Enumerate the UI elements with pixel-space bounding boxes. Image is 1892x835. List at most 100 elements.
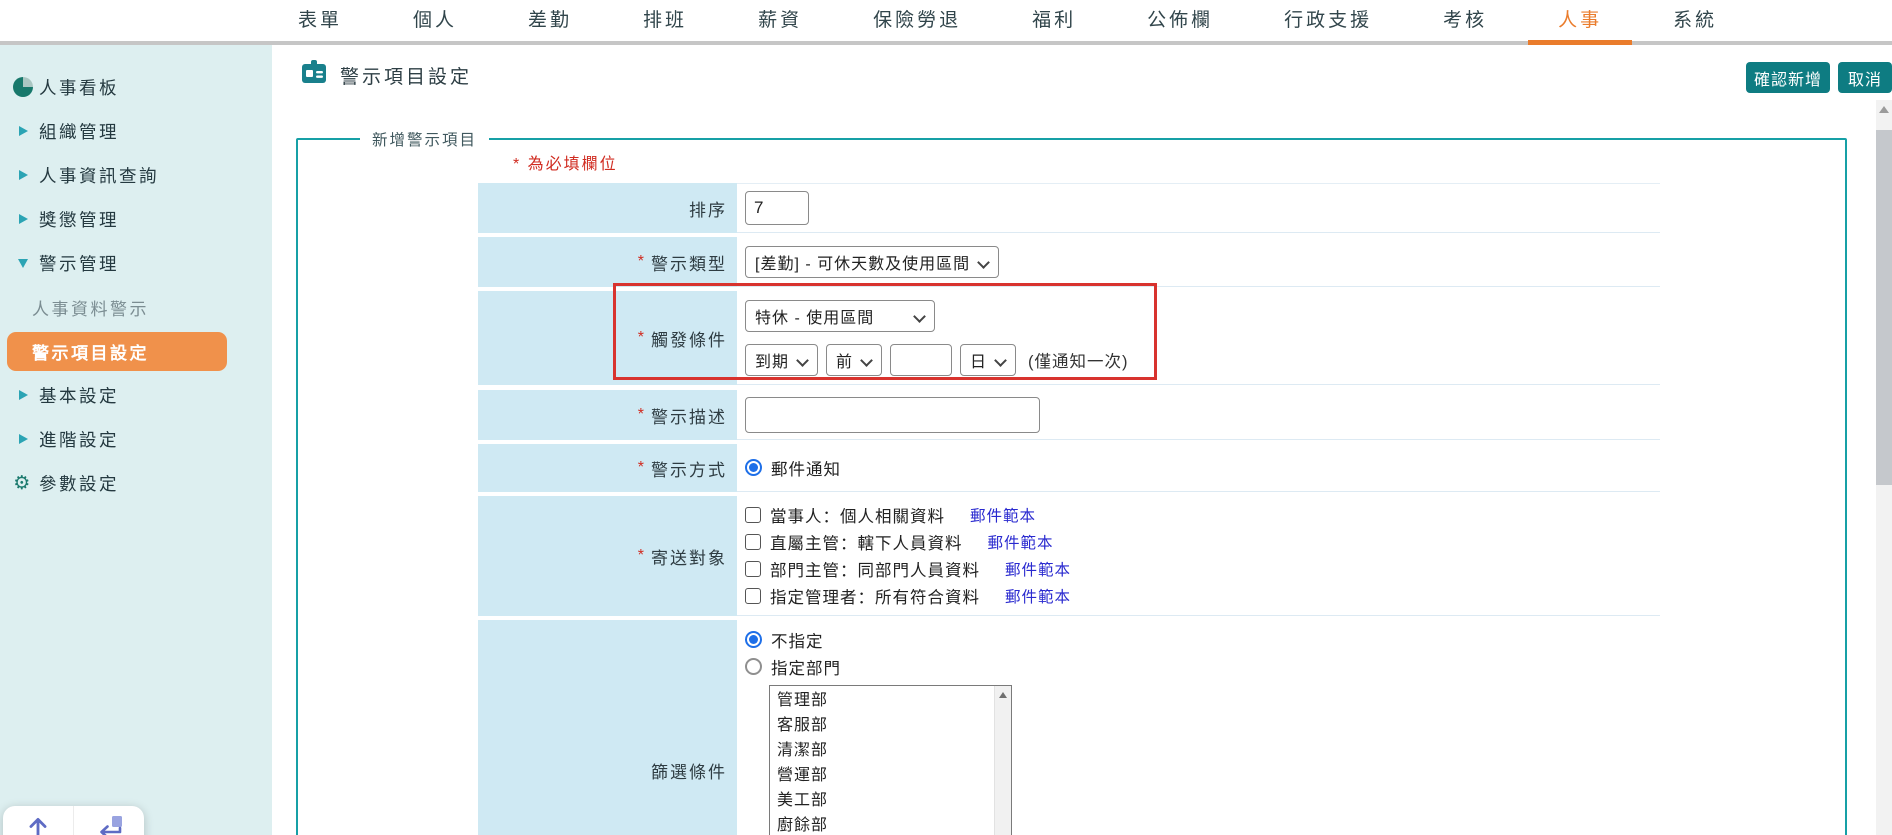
recipient-assigned-manager-checkbox[interactable]: [745, 588, 761, 604]
sidebar-item-label: 進階設定: [39, 429, 119, 450]
mail-notify-radio[interactable]: [745, 459, 762, 476]
recipients-label: * 寄送對象: [478, 496, 737, 616]
due-select[interactable]: 到期: [745, 343, 819, 376]
arrow-up-icon: [25, 814, 51, 835]
form-row-alert-method: * 警示方式 郵件通知: [478, 444, 1660, 492]
exit-icon: [93, 814, 125, 835]
id-badge-icon: [300, 59, 328, 92]
department-option[interactable]: 客服部: [770, 713, 1011, 738]
tab-attendance[interactable]: 差勤: [528, 0, 572, 41]
sidebar-item-label: 人事資訊查詢: [39, 165, 159, 186]
tab-hr[interactable]: 人事: [1528, 0, 1633, 45]
sidebar-item-advanced-settings[interactable]: 進階設定: [0, 417, 272, 461]
scroll-up-icon[interactable]: [995, 686, 1011, 703]
gear-icon: ⚙: [13, 472, 33, 494]
tab-welfare[interactable]: 福利: [1032, 0, 1076, 41]
sidebar-item-hr-dashboard[interactable]: 人事看板: [0, 65, 272, 109]
recipient-dept-supervisor-checkbox[interactable]: [745, 561, 761, 577]
mail-notify-label: 郵件通知: [771, 460, 841, 479]
mail-template-link[interactable]: 郵件範本: [1005, 558, 1071, 580]
scroll-to-top-button[interactable]: [3, 806, 73, 835]
scrollbar-up-icon[interactable]: [1876, 100, 1892, 118]
alert-description-label: * 警示描述: [478, 390, 737, 440]
sidebar-item-rewards[interactable]: 獎懲管理: [0, 197, 272, 241]
required-asterisk: *: [637, 253, 646, 270]
required-asterisk: *: [637, 329, 646, 346]
trigger-condition-label: * 觸發條件: [478, 291, 737, 385]
sidebar-item-label: 獎懲管理: [39, 209, 119, 230]
sidebar-item-parameter-settings[interactable]: ⚙ 參數設定: [0, 461, 272, 505]
sidebar-item-label: 參數設定: [39, 473, 119, 494]
tab-shift[interactable]: 排班: [643, 0, 687, 41]
tab-admin-support[interactable]: 行政支援: [1284, 0, 1372, 41]
sort-label: 排序: [478, 183, 737, 233]
department-listbox[interactable]: 管理部 客服部 清潔部 營運部 美工部 廚餘部: [769, 685, 1012, 835]
due-value: 到期: [755, 353, 790, 371]
chevron-down-icon: [13, 258, 33, 268]
chevron-right-icon: [13, 390, 33, 400]
tab-forms[interactable]: 表單: [298, 0, 342, 41]
form-row-filter-condition: 篩選條件 不指定 指定部門 管理部 客服部 清潔部 營運部 美工部 廚餘部: [478, 620, 1660, 835]
tab-system[interactable]: 系統: [1673, 0, 1717, 41]
form-row-sort: 排序: [478, 183, 1660, 233]
tab-appraisal[interactable]: 考核: [1443, 0, 1487, 41]
sidebar-item-label: 人事看板: [39, 77, 119, 98]
tab-personal[interactable]: 個人: [413, 0, 457, 41]
top-nav: 表單 個人 差勤 排班 薪資 保險勞退 福利 公佈欄 行政支援 考核 人事 系統: [0, 0, 1892, 45]
alert-description-input[interactable]: [745, 396, 1040, 433]
mail-template-link[interactable]: 郵件範本: [970, 504, 1036, 526]
page-scrollbar[interactable]: [1876, 100, 1892, 835]
chevron-right-icon: [13, 170, 33, 180]
scrollbar-thumb[interactable]: [1876, 130, 1892, 485]
sidebar-item-hr-data-alert[interactable]: 人事資料警示: [0, 285, 272, 329]
unit-select[interactable]: 日: [960, 343, 1017, 376]
required-fields-note: * 為必填欄位: [513, 156, 618, 173]
sidebar-item-alert-management[interactable]: 警示管理: [0, 241, 272, 285]
form-rows: 排序 * 警示類型 [差勤] - 可休天數及使用區間: [478, 183, 1660, 835]
pie-chart-icon: [13, 77, 33, 97]
recipient-direct-supervisor-checkbox[interactable]: [745, 534, 761, 550]
before-after-value: 前: [836, 353, 854, 371]
form-row-recipients: * 寄送對象 當事人：個人相關資料 郵件範本 直屬主管：轄下人員資料 郵件範本 …: [478, 496, 1660, 616]
sidebar-item-organization[interactable]: 組織管理: [0, 109, 272, 153]
sort-input[interactable]: [745, 191, 809, 225]
department-option[interactable]: 清潔部: [770, 738, 1011, 763]
tab-insurance[interactable]: 保險勞退: [873, 0, 961, 41]
form-row-trigger-condition: * 觸發條件 特休 - 使用區間 到期 前 日 (僅通知一次): [478, 291, 1660, 385]
required-asterisk: *: [637, 547, 646, 564]
department-option[interactable]: 美工部: [770, 788, 1011, 813]
exit-button[interactable]: [73, 806, 144, 835]
before-after-select[interactable]: 前: [826, 343, 883, 376]
page-header: 警示項目設定: [300, 59, 472, 92]
cancel-button[interactable]: 取消: [1838, 62, 1892, 93]
department-option[interactable]: 營運部: [770, 763, 1011, 788]
department-option[interactable]: 管理部: [770, 688, 1011, 713]
listbox-scrollbar[interactable]: [994, 686, 1011, 835]
sidebar-item-basic-settings[interactable]: 基本設定: [0, 373, 272, 417]
form-row-alert-description: * 警示描述: [478, 390, 1660, 440]
mail-template-link[interactable]: 郵件範本: [1005, 585, 1071, 607]
days-input[interactable]: [890, 343, 953, 376]
sidebar-item-label: 警示管理: [39, 253, 119, 274]
chevron-right-icon: [13, 214, 33, 224]
floating-action-card: [3, 806, 144, 835]
filter-department-radio[interactable]: [745, 658, 762, 675]
department-option[interactable]: 廚餘部: [770, 813, 1011, 835]
mail-template-link[interactable]: 郵件範本: [988, 531, 1054, 553]
sidebar-item-alert-item-setting[interactable]: 警示項目設定: [7, 332, 227, 371]
recipient-party-checkbox[interactable]: [745, 507, 761, 523]
confirm-add-button[interactable]: 確認新增: [1746, 62, 1830, 93]
notify-once-note: (僅通知一次): [1028, 352, 1129, 371]
sidebar-item-hr-info-query[interactable]: 人事資訊查詢: [0, 153, 272, 197]
alert-type-select[interactable]: [差勤] - 可休天數及使用區間: [745, 245, 1000, 278]
recipient-option: 當事人：個人相關資料 郵件範本: [745, 502, 1660, 529]
tab-payroll[interactable]: 薪資: [758, 0, 802, 41]
page-title: 警示項目設定: [340, 67, 473, 88]
leave-type-select[interactable]: 特休 - 使用區間: [745, 299, 935, 332]
required-asterisk: *: [637, 459, 646, 476]
recipient-option: 直屬主管：轄下人員資料 郵件範本: [745, 529, 1660, 556]
filter-none-label: 不指定: [771, 632, 824, 651]
tab-bulletin[interactable]: 公佈欄: [1147, 0, 1213, 41]
filter-condition-label: 篩選條件: [478, 620, 737, 835]
filter-none-radio[interactable]: [745, 631, 762, 648]
